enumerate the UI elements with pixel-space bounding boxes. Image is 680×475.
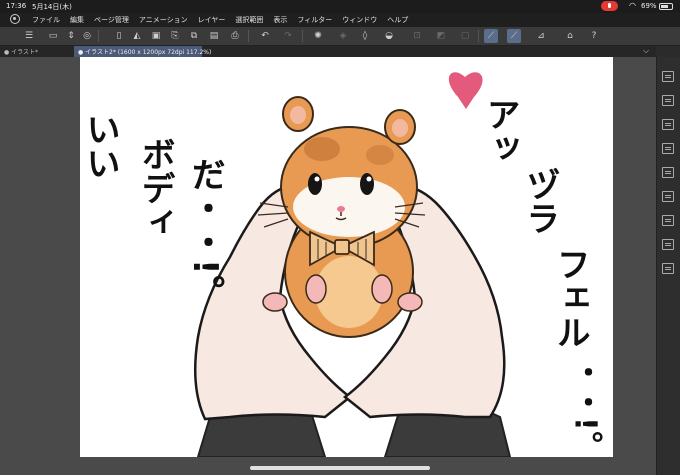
panel-icon[interactable] — [662, 143, 674, 154]
redo-icon[interactable]: ↷ — [281, 29, 295, 43]
menu-items: ファイル 編集 ページ管理 アニメーション レイヤー 選択範囲 表示 フィルター… — [32, 15, 408, 25]
settings-icon[interactable]: ◎ — [80, 29, 94, 43]
panel-icon[interactable] — [662, 95, 674, 106]
fill-icon[interactable]: ◭ — [130, 29, 144, 43]
left-text-line-3: だ・・!。 — [185, 157, 225, 309]
border-icon[interactable]: ▢ — [458, 29, 472, 43]
print-icon[interactable]: ⎙ — [228, 29, 242, 43]
canvas-area[interactable]: いい ボディ だ・・!。 アッ ヅラ フェル ・・!。 — [0, 57, 656, 475]
panel-icon[interactable] — [662, 239, 674, 250]
menu-animation[interactable]: アニメーション — [139, 15, 188, 25]
app-logo-icon[interactable] — [10, 14, 20, 24]
selection-crop-icon[interactable]: ⊡ — [410, 29, 424, 43]
drawing-canvas[interactable]: いい ボディ だ・・!。 アッ ヅラ フェル ・・!。 — [80, 57, 613, 457]
tab-illust-2[interactable]: ● イラスト2* (1600 x 1200px 72dpi 117.2%) — [74, 46, 211, 57]
toolbar-divider — [478, 30, 479, 42]
fill-bucket-icon[interactable]: ◒ — [382, 29, 396, 43]
help-icon[interactable]: ? — [587, 29, 601, 43]
tab-label: イラスト* — [11, 49, 39, 56]
right-text-line-3: フェル — [550, 247, 590, 349]
right-text-line-4: ・・!。 — [568, 357, 603, 457]
ios-status-bar: 17:36 5月14日(木) ◠ 69% — [0, 0, 680, 13]
gradient-icon[interactable]: ◩ — [434, 29, 448, 43]
battery-percent: 69% — [641, 2, 657, 10]
home-indicator[interactable] — [250, 466, 430, 470]
microphone-icon — [601, 1, 618, 11]
command-bar: ☰ ▭ ⇕ ◎ ▯ ◭ ▣ ⎘ ⧉ ▤ ⎙ ↶ ↷ ✺ ◈ ◊ ◒ ⊡ ◩ ▢ … — [0, 27, 680, 46]
menu-edit[interactable]: 編集 — [70, 15, 84, 25]
document-tabs: ● イラスト* ● イラスト2* (1600 x 1200px 72dpi 11… — [0, 46, 656, 57]
paste-icon[interactable]: ▤ — [207, 29, 221, 43]
loading-spinner-icon[interactable]: ✺ — [311, 29, 325, 43]
right-text-line-1: アッ — [480, 97, 520, 165]
transform-icon[interactable]: ◈ — [336, 29, 350, 43]
toolbar-divider — [98, 30, 99, 42]
export-icon[interactable]: ⎘ — [168, 29, 182, 43]
battery-level — [661, 5, 668, 8]
left-text-line-2: ボディ — [135, 137, 175, 239]
right-text-line-2: ヅラ — [520, 167, 560, 235]
menu-filter[interactable]: フィルター — [297, 15, 332, 25]
status-date: 5月14日(木) — [32, 3, 72, 11]
battery-icon — [659, 3, 673, 10]
menu-file[interactable]: ファイル — [32, 15, 60, 25]
status-time: 17:36 — [6, 2, 27, 10]
panel-icon[interactable] — [662, 263, 674, 274]
ruler-snap-icon[interactable]: ⟋ — [484, 29, 498, 43]
panel-icon[interactable] — [662, 167, 674, 178]
panel-icon[interactable] — [662, 71, 674, 82]
new-file-icon[interactable]: ▭ — [46, 29, 60, 43]
hat-icon[interactable]: ⌂ — [563, 29, 577, 43]
panel-icon[interactable] — [662, 215, 674, 226]
undo-icon[interactable]: ↶ — [258, 29, 272, 43]
toolbar-divider — [248, 30, 249, 42]
layer-order-icon[interactable]: ⇕ — [64, 29, 78, 43]
chevron-down-icon[interactable]: ⌵ — [643, 46, 649, 56]
menu-help[interactable]: ヘルプ — [387, 15, 408, 25]
perspective-ruler-icon[interactable]: ⊿ — [534, 29, 548, 43]
tab-illust[interactable]: ● イラスト* — [0, 46, 74, 57]
save-icon[interactable]: ▣ — [149, 29, 163, 43]
hamburger-menu-icon[interactable]: ☰ — [22, 29, 36, 43]
toolbar-divider — [302, 30, 303, 42]
tab-label: イラスト2* (1600 x 1200px 72dpi 117.2%) — [85, 49, 212, 56]
panel-icon[interactable] — [662, 119, 674, 130]
close-panel-icon[interactable] — [662, 191, 674, 202]
left-text-line-1: いい — [80, 112, 120, 180]
menu-layer[interactable]: レイヤー — [198, 15, 226, 25]
menu-bar: ファイル 編集 ページ管理 アニメーション レイヤー 選択範囲 表示 フィルター… — [0, 13, 680, 27]
copy-icon[interactable]: ⧉ — [187, 29, 201, 43]
menu-page[interactable]: ページ管理 — [94, 15, 129, 25]
menu-window[interactable]: ウィンドウ — [342, 15, 377, 25]
wifi-icon: ◠ — [629, 1, 636, 10]
right-panel-bar — [656, 57, 680, 475]
menu-selection[interactable]: 選択範囲 — [235, 15, 263, 25]
menu-view[interactable]: 表示 — [273, 15, 287, 25]
hamster-illustration: いい ボディ だ・・!。 アッ ヅラ フェル ・・!。 — [80, 72, 603, 457]
document-icon[interactable]: ▯ — [112, 29, 126, 43]
clear-icon[interactable]: ◊ — [358, 29, 372, 43]
brush-snap-icon[interactable]: ⟋ — [507, 29, 521, 43]
